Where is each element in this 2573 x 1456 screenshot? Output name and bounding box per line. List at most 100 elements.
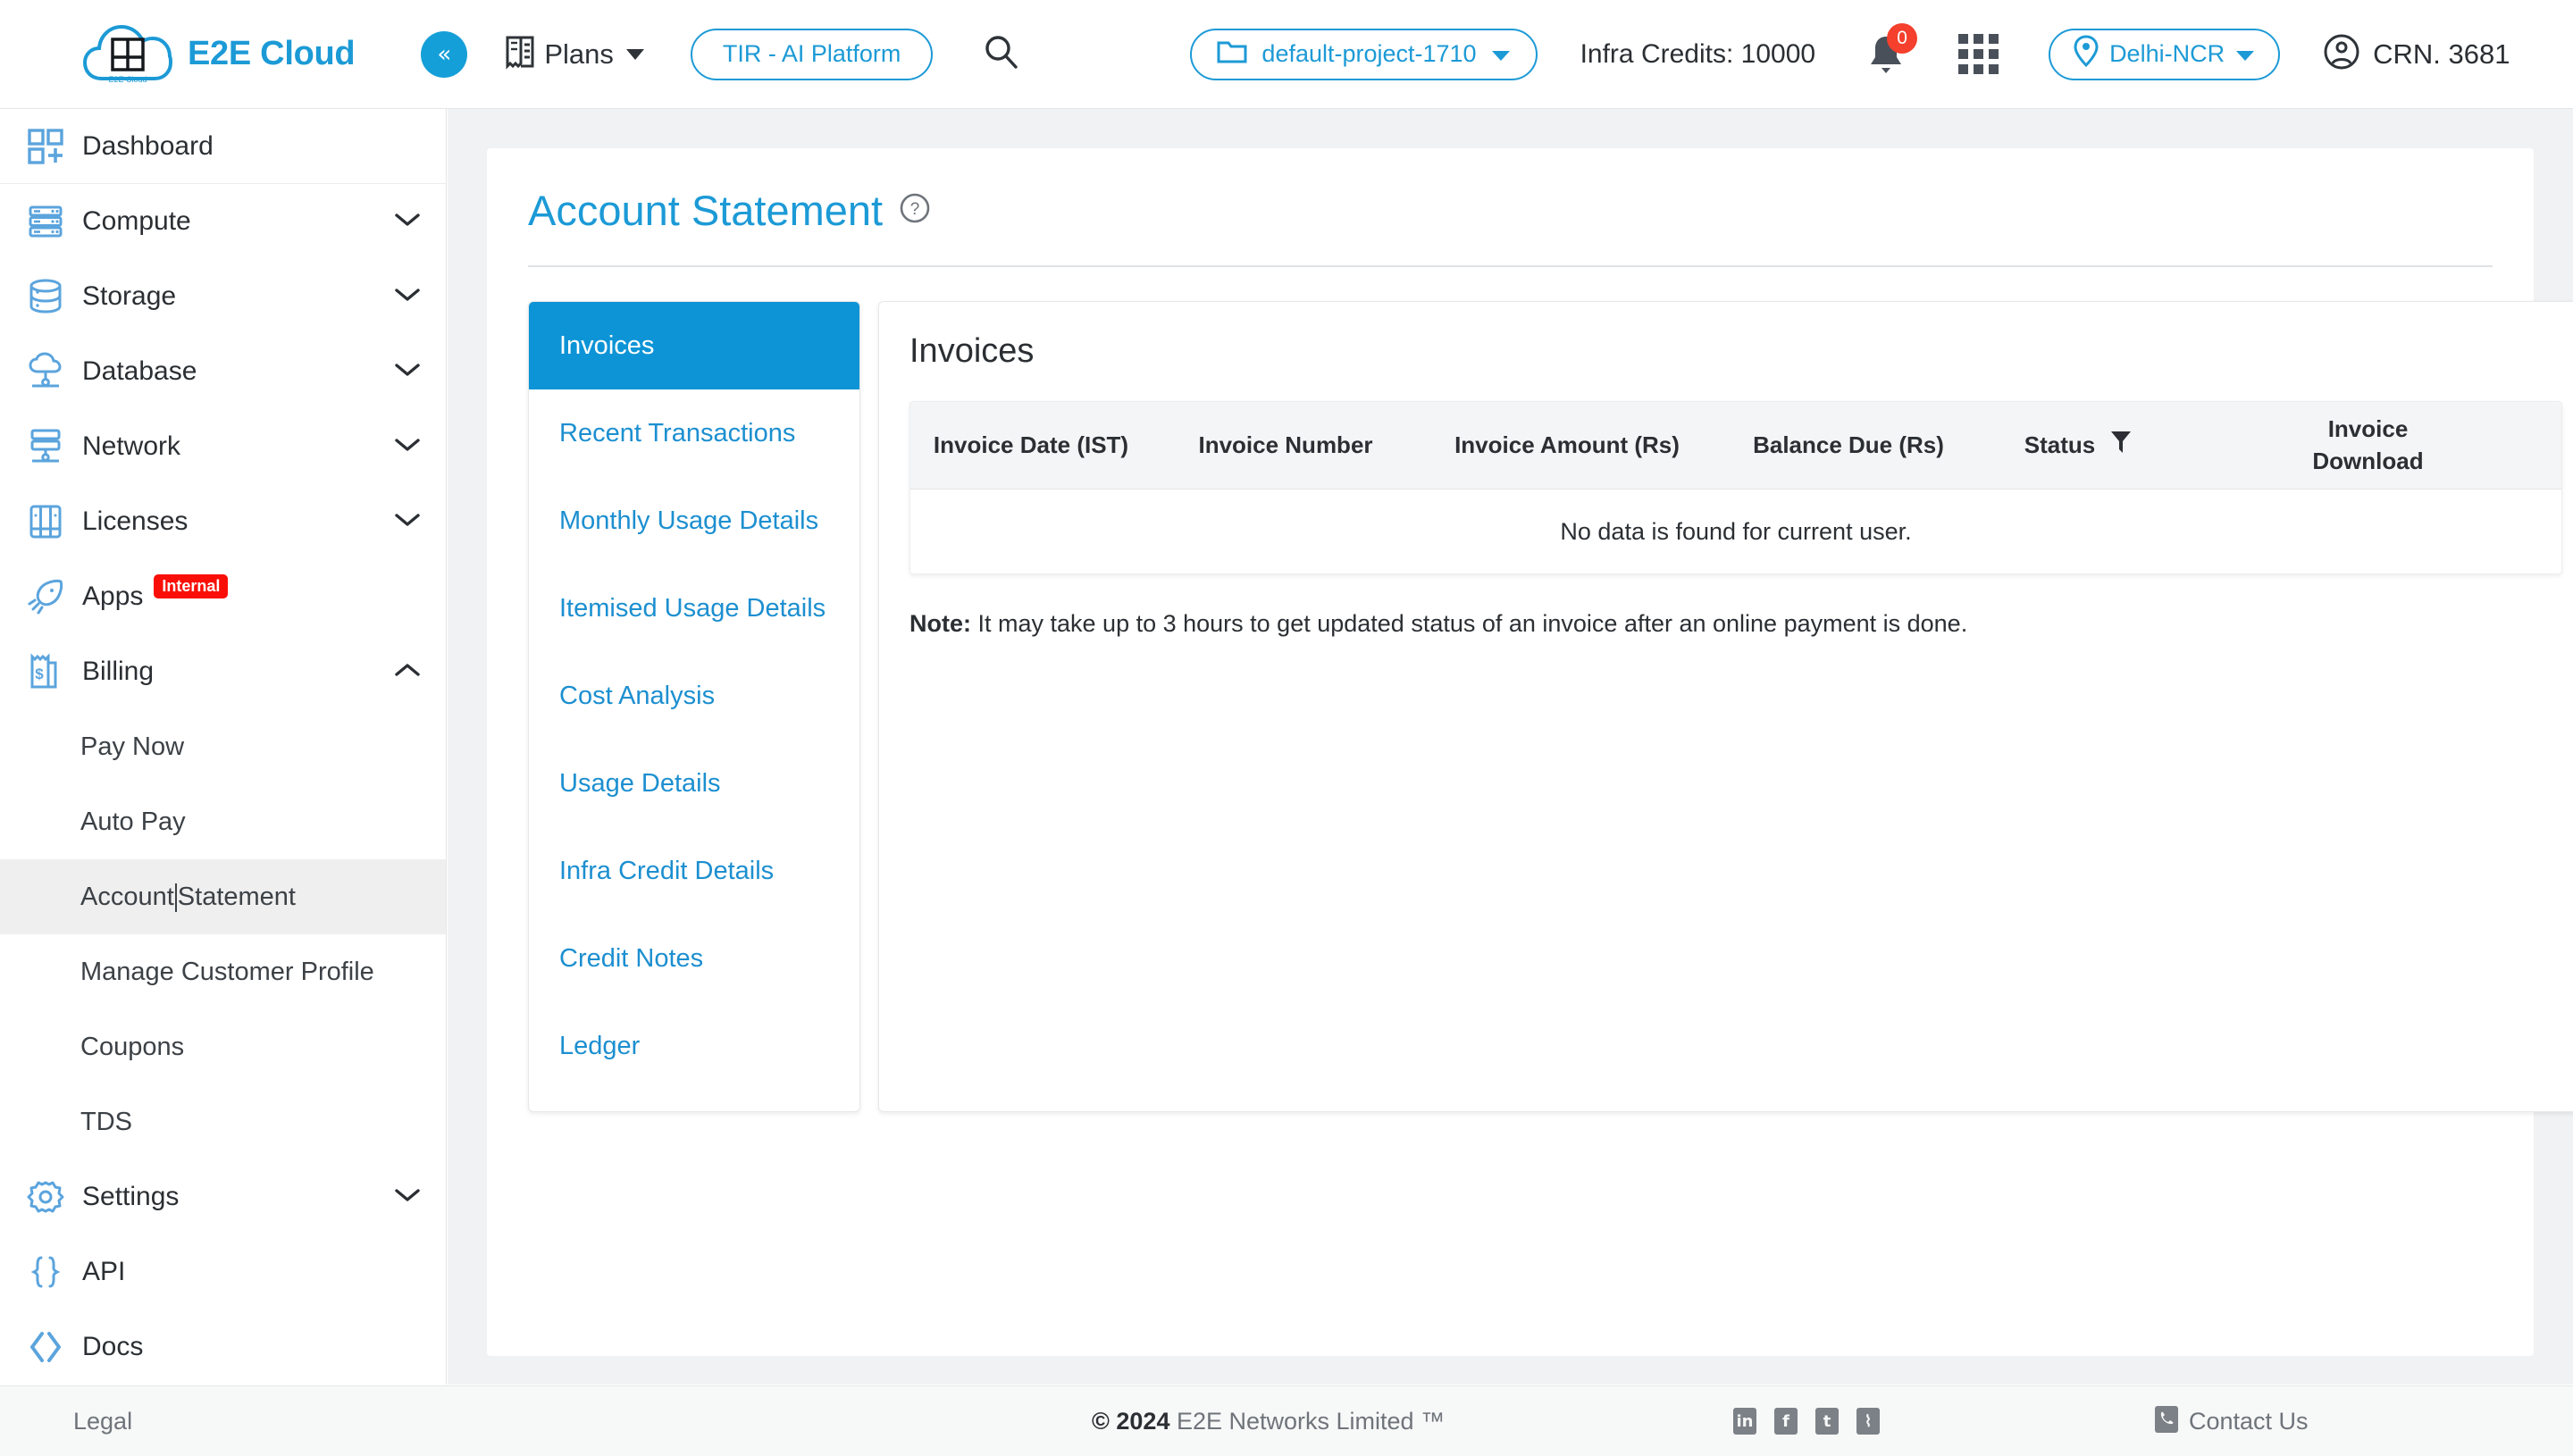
top-header: E2E Cloud E2E Cloud « Plans TIR - AI Pla… <box>0 0 2573 109</box>
tab-label: Cost Analysis <box>559 681 716 710</box>
tab-label: Usage Details <box>559 768 721 798</box>
chevron-down-icon <box>394 212 421 232</box>
sidebar-item-label: Compute <box>82 206 191 236</box>
contact-us-label: Contact Us <box>2189 1407 2309 1435</box>
statement-body: Invoices Recent Transactions Monthly Usa… <box>528 301 2573 1112</box>
sidebar-item-settings[interactable]: Settings <box>0 1159 446 1234</box>
internal-badge: Internal <box>154 573 229 598</box>
sidebar-item-docs[interactable]: Docs <box>0 1310 446 1385</box>
column-invoice-download[interactable]: Invoice Download <box>2175 414 2561 476</box>
folder-icon <box>1217 38 1247 71</box>
region-selector[interactable]: Delhi-NCR <box>2049 28 2281 80</box>
sidebar-item-label: Network <box>82 431 181 461</box>
invoice-note: Note: It may take up to 3 hours to get u… <box>909 610 2562 638</box>
question-circle-icon[interactable]: ? <box>899 192 931 229</box>
column-invoice-download-line1: Invoice <box>2327 415 2409 443</box>
billing-receipt-icon: $ <box>25 651 66 692</box>
column-status[interactable]: Status <box>1982 429 2175 462</box>
svg-text:$: $ <box>35 665 44 682</box>
copyright-rest: E2E Networks Limited ™ <box>1169 1407 1446 1435</box>
sidebar-subitem-label: Manage Customer Profile <box>80 957 374 986</box>
dashboard-icon <box>25 126 66 167</box>
sidebar-subitem-label: Pay Now <box>80 732 185 761</box>
sidebar-item-storage[interactable]: Storage <box>0 259 446 334</box>
database-stack-icon <box>25 276 66 317</box>
e2e-cloud-logo-icon: E2E Cloud <box>82 20 173 89</box>
tir-ai-platform-button[interactable]: TIR - AI Platform <box>690 28 934 80</box>
sidebar-subitem-label: Auto Pay <box>80 807 186 836</box>
invoices-panel: Invoices Invoice Date (IST) Invoice Numb… <box>878 301 2573 1112</box>
tab-invoices[interactable]: Invoices <box>529 302 859 389</box>
column-invoice-number[interactable]: Invoice Number <box>1152 431 1420 459</box>
contact-us-link[interactable]: Contact Us <box>2155 1405 2309 1437</box>
chevron-down-icon <box>625 48 644 60</box>
tab-itemised-usage-details[interactable]: Itemised Usage Details <box>529 565 859 652</box>
sidebar-item-pay-now[interactable]: Pay Now <box>0 709 446 784</box>
facebook-icon[interactable]: f <box>1774 1408 1798 1435</box>
column-status-label: Status <box>2024 431 2096 458</box>
sidebar-item-network[interactable]: Network <box>0 409 446 484</box>
note-text: It may take up to 3 hours to get updated… <box>971 610 1968 637</box>
notifications-button[interactable]: 0 <box>1865 22 1918 80</box>
tab-label: Monthly Usage Details <box>559 506 819 535</box>
sidebar-item-dashboard[interactable]: Dashboard <box>0 109 446 184</box>
sidebar-item-label: Billing <box>82 657 155 686</box>
twitter-icon[interactable]: t <box>1815 1408 1839 1435</box>
brand-logo[interactable]: E2E Cloud E2E Cloud <box>82 20 356 89</box>
account-menu[interactable]: CRN. 3681 <box>2323 33 2510 75</box>
column-invoice-date[interactable]: Invoice Date (IST) <box>910 431 1152 459</box>
sidebar-subitem-label-part1: Account <box>80 882 174 911</box>
sidebar-item-label: API <box>82 1257 126 1286</box>
tab-label: Itemised Usage Details <box>559 593 826 623</box>
chevron-down-icon <box>1491 40 1511 68</box>
notification-count-badge: 0 <box>1887 22 1918 54</box>
statement-tab-list: Invoices Recent Transactions Monthly Usa… <box>528 301 860 1112</box>
plans-menu[interactable]: Plans <box>503 32 644 76</box>
chevron-down-icon <box>394 287 421 307</box>
sidebar-item-database[interactable]: Database <box>0 334 446 409</box>
sidebar-item-apps[interactable]: Apps Internal <box>0 559 446 634</box>
rss-icon[interactable]: ⌇ <box>1856 1408 1880 1435</box>
bell-icon <box>1865 36 1907 80</box>
filter-icon[interactable] <box>2109 429 2133 462</box>
sidebar-item-tds[interactable]: TDS <box>0 1084 446 1159</box>
main-content: Account Statement ? Invoices Recent Tran… <box>448 109 2573 1385</box>
code-angle-icon <box>25 1326 66 1368</box>
sidebar-item-licenses[interactable]: Licenses <box>0 484 446 559</box>
project-selector[interactable]: default-project-1710 <box>1190 28 1538 80</box>
sidebar-item-coupons[interactable]: Coupons <box>0 1009 446 1084</box>
sidebar-item-auto-pay[interactable]: Auto Pay <box>0 784 446 859</box>
linkedin-icon[interactable]: in <box>1733 1408 1756 1435</box>
tab-recent-transactions[interactable]: Recent Transactions <box>529 389 859 477</box>
tab-label: Credit Notes <box>559 943 704 973</box>
sidebar-item-label: Licenses <box>82 506 189 536</box>
sidebar-item-label: Dashboard <box>82 130 214 161</box>
tab-cost-analysis[interactable]: Cost Analysis <box>529 652 859 740</box>
sidebar-item-api[interactable]: API <box>0 1234 446 1310</box>
tab-monthly-usage-details[interactable]: Monthly Usage Details <box>529 477 859 565</box>
network-icon <box>25 426 66 467</box>
panel-title: Invoices <box>909 332 1035 370</box>
search-icon[interactable] <box>983 33 1020 75</box>
column-invoice-amount[interactable]: Invoice Amount (Rs) <box>1420 431 1714 459</box>
infra-credits-label: Infra Credits: 10000 <box>1580 38 1816 69</box>
tab-infra-credit-details[interactable]: Infra Credit Details <box>529 827 859 915</box>
apps-grid-icon[interactable] <box>1958 34 1999 74</box>
sidebar-item-compute[interactable]: Compute <box>0 184 446 259</box>
sidebar-collapse-button[interactable]: « <box>421 30 468 78</box>
tab-ledger[interactable]: Ledger <box>529 1002 859 1090</box>
sidebar-item-label: Apps <box>82 582 144 611</box>
sidebar-item-billing[interactable]: $ Billing <box>0 634 446 709</box>
sidebar-item-manage-customer-profile[interactable]: Manage Customer Profile <box>0 934 446 1009</box>
tab-credit-notes[interactable]: Credit Notes <box>529 915 859 1002</box>
sidebar-item-account-statement[interactable]: Account Statement <box>0 859 446 934</box>
footer-copyright: © 2024 E2E Networks Limited ™ <box>1092 1408 1445 1435</box>
footer: Legal © 2024 E2E Networks Limited ™ in f… <box>0 1385 2573 1456</box>
page-title: Account Statement <box>528 187 884 234</box>
column-balance-due[interactable]: Balance Due (Rs) <box>1714 431 1982 459</box>
text-cursor <box>174 883 177 912</box>
sidebar-item-label: Database <box>82 356 197 386</box>
tab-usage-details[interactable]: Usage Details <box>529 740 859 827</box>
chevron-down-icon <box>394 362 421 382</box>
footer-legal-link[interactable]: Legal <box>73 1408 132 1435</box>
